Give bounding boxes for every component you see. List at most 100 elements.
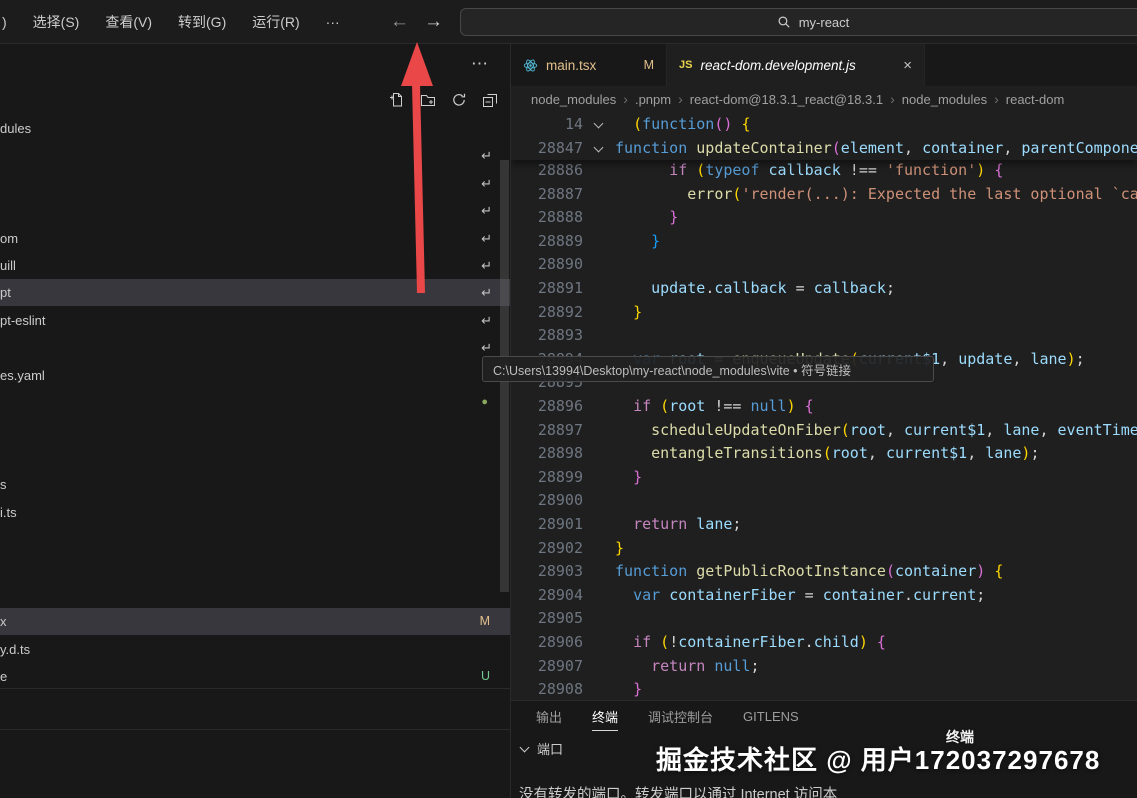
breadcrumb-separator-icon: › [994, 91, 999, 107]
explorer-row-es.yaml[interactable]: es.yaml [0, 362, 510, 389]
explorer-row-e[interactable]: eU [0, 663, 510, 690]
line-number: 28847 [511, 136, 583, 160]
line-number: 28893 [511, 324, 583, 348]
code-line-28908[interactable]: 28908 } [511, 678, 1137, 700]
sticky-line-14[interactable]: 14 (function() { [511, 112, 1137, 136]
explorer-row[interactable] [0, 526, 510, 553]
code-line-28888[interactable]: 28888 } [511, 206, 1137, 230]
git-status-badge: U [481, 663, 490, 690]
breadcrumb-separator-icon: › [678, 91, 683, 107]
new-folder-icon[interactable] [420, 92, 436, 108]
code-text: return lane; [615, 513, 741, 537]
code-line-28889[interactable]: 28889 } [511, 230, 1137, 254]
explorer-row-om[interactable]: om↵ [0, 225, 510, 252]
tab-react-dom-development-js[interactable]: JS react-dom.development.js × [667, 44, 925, 86]
menu-item-3[interactable]: 转到(G) [178, 12, 226, 32]
ports-section-header[interactable]: 端口 [521, 739, 563, 758]
breadcrumb-item[interactable]: react-dom [1006, 92, 1065, 107]
explorer-row[interactable]: ● [0, 389, 510, 416]
explorer-row-i.ts[interactable]: i.ts [0, 499, 510, 526]
close-icon[interactable]: × [903, 57, 912, 74]
code-line-28899[interactable]: 28899 } [511, 466, 1137, 490]
code-text: function getPublicRootInstance(container… [615, 560, 1003, 584]
sticky-scroll[interactable]: 14 (function() {28847 function updateCont… [511, 112, 1137, 160]
explorer-row-dules[interactable]: dules [0, 115, 510, 142]
nav-back-button[interactable]: ← [390, 0, 409, 44]
breadcrumb-item[interactable]: react-dom@18.3.1_react@18.3.1 [690, 92, 883, 107]
file-name: dules [0, 115, 31, 142]
menu-item-5[interactable]: ··· [326, 14, 340, 30]
explorer-row-pt-eslint[interactable]: pt-eslint↵ [0, 307, 510, 334]
code-line-28904[interactable]: 28904 var containerFiber = container.cur… [511, 584, 1137, 608]
code-line-28887[interactable]: 28887 error('render(...): Expected the l… [511, 183, 1137, 207]
breadcrumb-separator-icon: › [623, 91, 628, 107]
chevron-down-icon[interactable] [594, 119, 604, 129]
menu-item-1[interactable]: 选择(S) [33, 12, 80, 32]
explorer-row-x[interactable]: xM [0, 608, 510, 635]
line-number: 28887 [511, 183, 583, 207]
code-line-28890[interactable]: 28890 [511, 253, 1137, 277]
explorer-row[interactable] [0, 553, 510, 580]
explorer-row-pt[interactable]: pt↵ [0, 279, 510, 306]
file-name: s [0, 471, 7, 498]
code-line-28892[interactable]: 28892 } [511, 301, 1137, 325]
collapse-all-icon[interactable] [482, 92, 498, 108]
code-line-28902[interactable]: 28902} [511, 537, 1137, 561]
symlink-arrow-icon: ↵ [481, 225, 492, 252]
explorer-row[interactable]: ↵ [0, 170, 510, 197]
file-name: x [0, 608, 7, 635]
editor-group: main.tsx M JS react-dom.development.js ×… [511, 44, 1137, 798]
breadcrumb-item[interactable]: .pnpm [635, 92, 671, 107]
line-number: 28907 [511, 655, 583, 679]
explorer-row[interactable] [0, 444, 510, 471]
code-line-28897[interactable]: 28897 scheduleUpdateOnFiber(root, curren… [511, 419, 1137, 443]
code-line-28898[interactable]: 28898 entangleTransitions(root, current$… [511, 442, 1137, 466]
code-line-28900[interactable]: 28900 [511, 489, 1137, 513]
code-line-28891[interactable]: 28891 update.callback = callback; [511, 277, 1137, 301]
code-line-28886[interactable]: 28886 if (typeof callback !== 'function'… [511, 159, 1137, 183]
file-name: es.yaml [0, 362, 45, 389]
code-text: } [615, 301, 642, 325]
panel-tab-GITLENS[interactable]: GITLENS [743, 709, 799, 724]
breadcrumb-item[interactable]: node_modules [531, 92, 616, 107]
code-text: function updateContainer(element, contai… [615, 136, 1137, 160]
sticky-line-28847[interactable]: 28847 function updateContainer(element, c… [511, 136, 1137, 160]
explorer-row-s[interactable]: s [0, 471, 510, 498]
more-actions-icon[interactable]: ⋯ [471, 54, 490, 74]
code-line-28901[interactable]: 28901 return lane; [511, 513, 1137, 537]
code-line-28896[interactable]: 28896 if (root !== null) { [511, 395, 1137, 419]
new-file-icon[interactable] [389, 92, 405, 108]
code-line-28907[interactable]: 28907 return null; [511, 655, 1137, 679]
breadcrumb-item[interactable]: node_modules [902, 92, 987, 107]
explorer-row[interactable] [0, 581, 510, 608]
code-line-28893[interactable]: 28893 [511, 324, 1137, 348]
explorer-row[interactable]: ↵ [0, 197, 510, 224]
nav-forward-button[interactable]: → [424, 0, 443, 44]
menu-item-2[interactable]: 查看(V) [105, 12, 152, 32]
panel-tab-终端[interactable]: 终端 [592, 707, 618, 726]
file-name: pt [0, 279, 11, 306]
code-text: scheduleUpdateOnFiber(root, current$1, l… [615, 419, 1137, 443]
menu-item-4[interactable]: 运行(R) [252, 12, 299, 32]
section-divider [0, 729, 510, 730]
explorer-row[interactable] [0, 416, 510, 443]
explorer-row[interactable]: ↵ [0, 142, 510, 169]
code-text: } [615, 466, 642, 490]
code-line-28905[interactable]: 28905 [511, 607, 1137, 631]
refresh-icon[interactable] [451, 92, 467, 108]
explorer-row-y.d.ts[interactable]: y.d.ts [0, 636, 510, 663]
chevron-down-icon[interactable] [594, 143, 604, 153]
line-number: 28904 [511, 584, 583, 608]
panel-tab-调试控制台[interactable]: 调试控制台 [648, 707, 713, 726]
code-line-28906[interactable]: 28906 if (!containerFiber.child) { [511, 631, 1137, 655]
command-center-search[interactable]: my-react [460, 8, 1137, 36]
code-editor[interactable]: 28886 if (typeof callback !== 'function'… [511, 112, 1137, 700]
code-line-28903[interactable]: 28903function getPublicRootInstance(cont… [511, 560, 1137, 584]
file-name: e [0, 663, 7, 690]
git-modified-badge: M [644, 58, 654, 72]
panel-tab-输出[interactable]: 输出 [536, 707, 562, 726]
menu-item-0[interactable]: ) [2, 14, 7, 30]
explorer-row[interactable]: ↵ [0, 334, 510, 361]
tab-main-tsx[interactable]: main.tsx M [511, 44, 667, 86]
explorer-row-uill[interactable]: uill↵ [0, 252, 510, 279]
